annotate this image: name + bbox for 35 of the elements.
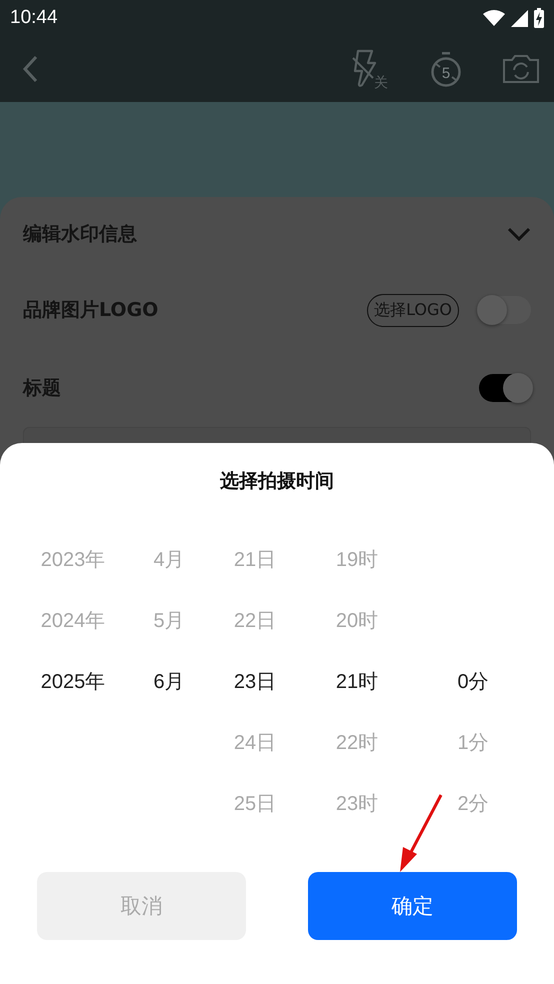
- toggle-switch[interactable]: [479, 296, 531, 324]
- confirm-button[interactable]: 确定: [308, 872, 517, 940]
- wifi-icon: [483, 10, 505, 26]
- picker-option[interactable]: 5月: [153, 607, 185, 634]
- picker-option[interactable]: 6月: [153, 668, 185, 695]
- picker-option[interactable]: 2分: [457, 790, 489, 817]
- picker-option[interactable]: 20时: [336, 607, 378, 634]
- picker-option[interactable]: 19时: [336, 546, 378, 573]
- picker-option[interactable]: 4月: [153, 546, 185, 573]
- select-logo-button[interactable]: 选择LOGO: [367, 294, 459, 326]
- picker-option[interactable]: 0分: [457, 668, 489, 695]
- row-label: 品牌图片LOGO: [23, 298, 160, 323]
- status-time: 10:44: [10, 7, 58, 29]
- chevron-down-icon[interactable]: [507, 227, 531, 241]
- battery-icon: [534, 8, 544, 28]
- picker-option[interactable]: 2023年: [40, 546, 106, 573]
- picker-option[interactable]: 2025年: [40, 668, 106, 695]
- camera-switch-icon[interactable]: [502, 54, 540, 84]
- cancel-button[interactable]: 取消: [37, 872, 246, 940]
- picker-option[interactable]: 23时: [336, 790, 378, 817]
- picker-option[interactable]: 21时: [336, 668, 378, 695]
- dialog-title: 选择拍摄时间: [219, 469, 335, 494]
- signal-icon: [511, 10, 528, 26]
- picker-option[interactable]: 25日: [234, 790, 276, 817]
- picker-option[interactable]: 2024年: [40, 607, 106, 634]
- picker-option[interactable]: 21日: [234, 546, 276, 573]
- picker-option[interactable]: 24日: [234, 729, 276, 756]
- picker-option[interactable]: 22时: [336, 729, 378, 756]
- picker-option[interactable]: 23日: [234, 668, 276, 695]
- toggle-switch[interactable]: [479, 374, 531, 402]
- back-icon[interactable]: [22, 55, 38, 83]
- sheet-title: 编辑水印信息: [23, 222, 137, 247]
- picker-option[interactable]: 22日: [234, 607, 276, 634]
- picker-option[interactable]: 1分: [457, 729, 489, 756]
- row-label: 标题: [23, 376, 62, 401]
